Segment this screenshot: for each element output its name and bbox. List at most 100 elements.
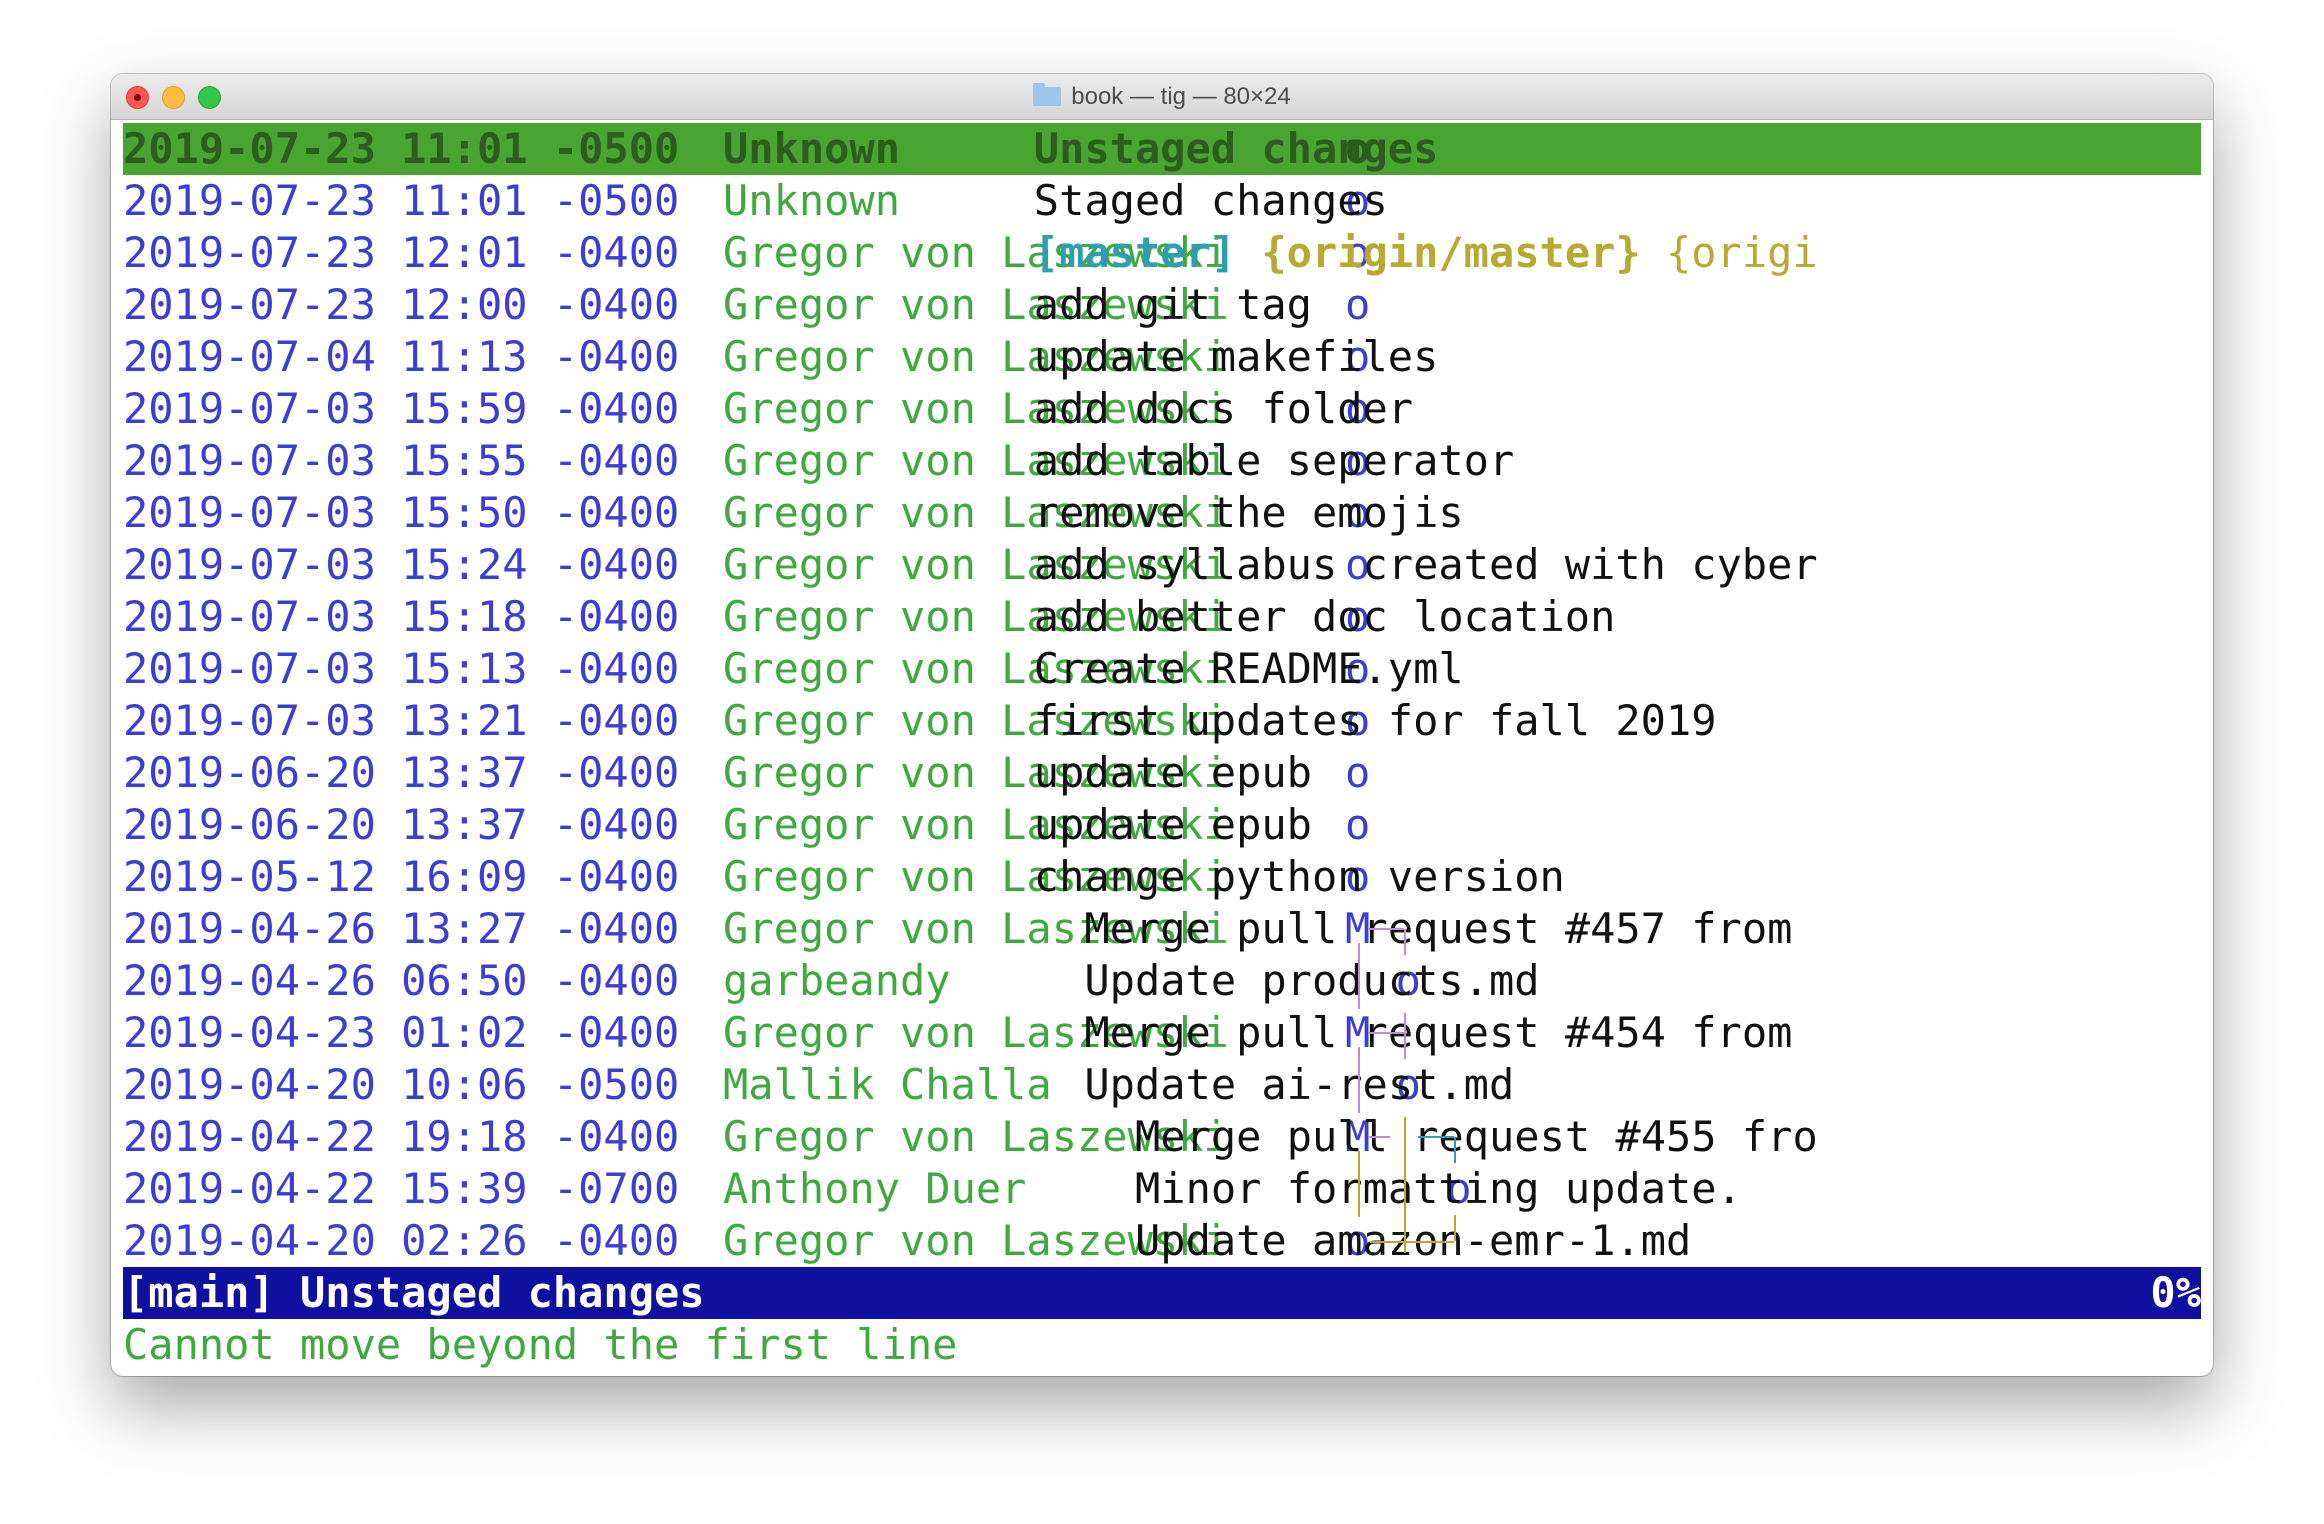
graph-line	[1453, 1215, 1456, 1241]
commit-row[interactable]: 2019-07-03 13:21 -0400 Gregor von Laszews…	[123, 695, 2201, 747]
commit-message: add syllabus created with cyber	[1033, 540, 1818, 589]
commit-date: 2019-05-12 16:09 -0400	[123, 852, 680, 901]
ref-local-branch: [master]	[1033, 228, 1237, 277]
commit-message: Merge pull request #454 from	[1084, 1008, 1793, 1057]
commit-author: Anthony Duer	[723, 1164, 1027, 1213]
commit-date: 2019-04-26 13:27 -0400	[123, 904, 680, 953]
window-title: book — tig — 80×24	[111, 74, 2213, 119]
graph-line	[1369, 1241, 1454, 1243]
commit-date: 2019-06-20 13:37 -0400	[123, 748, 680, 797]
graph-node: o	[1345, 748, 1371, 797]
commit-row[interactable]: 2019-05-12 16:09 -0400 Gregor von Laszews…	[123, 851, 2201, 903]
graph-line	[1357, 943, 1360, 1009]
commit-message: Unstaged changes	[1033, 124, 1439, 173]
commit-message: update epub	[1033, 748, 1312, 797]
graph-line	[1403, 929, 1406, 955]
commit-message: add docs folder	[1033, 384, 1414, 433]
graph-line	[1403, 1163, 1406, 1253]
ref-other: {origi	[1665, 228, 1818, 277]
commit-refs: [master] {origin/master} {origi	[1034, 227, 1818, 279]
commit-message: update epub	[1033, 800, 1312, 849]
commit-row[interactable]: 2019-04-26 13:27 -0400 Gregor von Laszews…	[123, 903, 2201, 955]
graph-line	[1357, 1047, 1360, 1113]
commit-date: 2019-07-03 15:50 -0400	[123, 488, 680, 537]
commit-row[interactable]: 2019-07-23 11:01 -0500 Unknown o Staged cha…	[123, 175, 2201, 227]
window-title-text: book — tig — 80×24	[1071, 83, 1291, 110]
commit-row[interactable]: 2019-07-23 12:00 -0400 Gregor von Laszews…	[123, 279, 2201, 331]
graph-line	[1403, 1117, 1406, 1163]
commit-message: add better doc location	[1033, 592, 1616, 641]
commit-message: Staged changes	[1033, 176, 1388, 225]
commit-date: 2019-04-22 15:39 -0700	[123, 1164, 680, 1213]
commit-row[interactable]: 2019-06-20 13:37 -0400 Gregor von Laszews…	[123, 799, 2201, 851]
commit-row[interactable]: 2019-07-04 11:13 -0400 Gregor von Laszews…	[123, 331, 2201, 383]
graph-node: o	[1345, 280, 1371, 329]
terminal-content[interactable]: 2019-07-23 11:01 -0500 Unknown o Unstaged c…	[123, 119, 2201, 1376]
status-position: 0%	[2150, 1268, 2201, 1317]
commit-date: 2019-07-04 11:13 -0400	[123, 332, 680, 381]
commit-message: Merge pull request #455 fro	[1135, 1112, 1818, 1161]
commit-message: update makefiles	[1033, 332, 1439, 381]
commit-row[interactable]: 2019-07-03 15:13 -0400 Gregor von Laszews…	[123, 643, 2201, 695]
commit-date: 2019-07-03 15:18 -0400	[123, 592, 680, 641]
message-line: Cannot move beyond the first line	[123, 1320, 958, 1369]
status-view-name: [main] Unstaged changes	[123, 1268, 705, 1317]
graph-line	[1357, 1151, 1360, 1217]
graph-node: o	[1345, 800, 1371, 849]
commit-message: Create README.yml	[1033, 644, 1464, 693]
graph-line	[1453, 1137, 1456, 1163]
folder-icon	[1033, 83, 1062, 106]
commit-date: 2019-07-23 12:00 -0400	[123, 280, 680, 329]
commit-message: remove the emojis	[1033, 488, 1464, 537]
terminal-window: book — tig — 80×24 2019-07-23 11:01 -050…	[111, 74, 2213, 1376]
commit-date: 2019-04-22 19:18 -0400	[123, 1112, 680, 1161]
commit-date: 2019-07-03 15:59 -0400	[123, 384, 680, 433]
commit-message: first updates for fall 2019	[1033, 696, 1717, 745]
commit-date: 2019-07-23 11:01 -0500	[123, 176, 680, 225]
commit-row[interactable]: 2019-04-22 19:18 -0400 Gregor von Laszews…	[123, 1111, 2201, 1163]
commit-row[interactable]: 2019-04-22 15:39 -0700 Anthony Duer o Minor…	[123, 1163, 2201, 1215]
commit-row[interactable]: 2019-07-03 15:59 -0400 Gregor von Laszews…	[123, 383, 2201, 435]
commit-row[interactable]: 2019-07-03 15:24 -0400 Gregor von Laszews…	[123, 539, 2201, 591]
title-bar[interactable]: book — tig — 80×24	[111, 74, 2213, 120]
commit-date: 2019-06-20 13:37 -0400	[123, 800, 680, 849]
commit-row[interactable]: 2019-07-03 15:18 -0400 Gregor von Laszews…	[123, 591, 2201, 643]
commit-row[interactable]: 2019-07-23 11:01 -0500 Unknown o Unstaged c…	[123, 123, 2201, 175]
commit-date: 2019-07-03 15:55 -0400	[123, 436, 680, 485]
commit-message: add git tag	[1033, 280, 1312, 329]
commit-date: 2019-07-03 15:13 -0400	[123, 644, 680, 693]
commit-message: Merge pull request #457 from	[1084, 904, 1793, 953]
commit-row[interactable]: 2019-04-26 06:50 -0400 garbeandy o Update p…	[123, 955, 2201, 1007]
graph-line	[1417, 1136, 1454, 1138]
commit-message: change python version	[1033, 852, 1565, 901]
commit-message: add table seperator	[1033, 436, 1515, 485]
commit-message: Update ai-rest.md	[1084, 1060, 1515, 1109]
commit-row[interactable]: 2019-07-03 15:50 -0400 Gregor von Laszews…	[123, 487, 2201, 539]
commit-date: 2019-04-26 06:50 -0400	[123, 956, 680, 1005]
graph-line	[1367, 928, 1404, 930]
commit-date: 2019-04-20 02:26 -0400	[123, 1216, 680, 1265]
commit-date: 2019-04-23 01:02 -0400	[123, 1008, 680, 1057]
graph-line	[1403, 1013, 1406, 1059]
ref-remote-branch: {origin/master}	[1261, 228, 1641, 277]
commit-date: 2019-04-20 10:06 -0500	[123, 1060, 680, 1109]
commit-author: Mallik Challa	[723, 1060, 1052, 1109]
commit-row[interactable]: 2019-07-03 15:55 -0400 Gregor von Laszews…	[123, 435, 2201, 487]
commit-author: Unknown	[723, 176, 901, 225]
commit-row[interactable]: 2019-04-23 01:02 -0400 Gregor von Laszews…	[123, 1007, 2201, 1059]
commit-row[interactable]: 2019-06-20 13:37 -0400 Gregor von Laszews…	[123, 747, 2201, 799]
commit-date: 2019-07-23 11:01 -0500	[123, 124, 680, 173]
commit-author: Unknown	[723, 124, 901, 173]
graph-line	[1367, 1032, 1404, 1034]
commit-row[interactable]: 2019-07-23 12:01 -0400 Gregor von Laszews…	[123, 227, 2201, 279]
commit-date: 2019-07-03 15:24 -0400	[123, 540, 680, 589]
commit-date: 2019-07-23 12:01 -0400	[123, 228, 680, 277]
commit-author: garbeandy	[723, 956, 951, 1005]
commit-message: Update products.md	[1084, 956, 1540, 1005]
commit-date: 2019-07-03 13:21 -0400	[123, 696, 680, 745]
graph-line	[1367, 1136, 1390, 1138]
commit-row[interactable]: 2019-04-20 02:26 -0400 Gregor von Laszews…	[123, 1215, 2201, 1267]
commit-message: Minor formatting update.	[1135, 1164, 1742, 1213]
commit-row[interactable]: 2019-04-20 10:06 -0500 Mallik Challa o Upda…	[123, 1059, 2201, 1111]
status-bar: [main] Unstaged changes 0%	[123, 1267, 2201, 1319]
